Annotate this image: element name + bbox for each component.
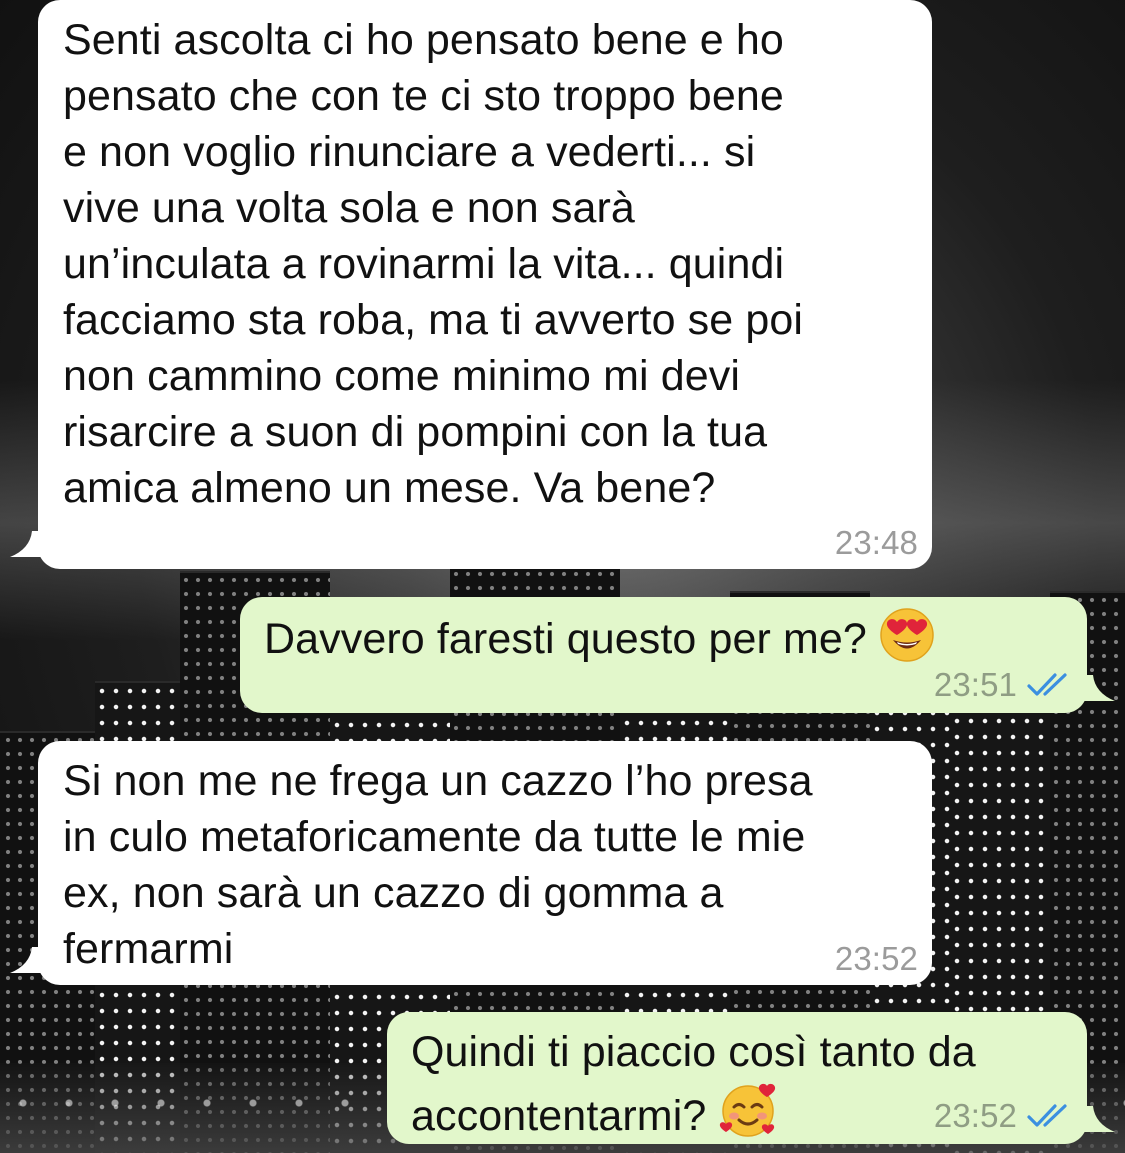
read-ticks-icon	[1027, 672, 1073, 698]
message-text-content: Quindi ti piaccio così tanto da acconten…	[411, 1028, 976, 1140]
smiling-face-with-hearts-emoji-icon	[718, 1080, 778, 1140]
message-text: Davvero faresti questo per me?	[264, 607, 1067, 667]
message-meta: 23:52	[934, 1096, 1073, 1136]
message-text: Si non me ne frega un cazzo l’ho presa i…	[63, 757, 813, 973]
read-ticks-icon	[1027, 1103, 1073, 1129]
message-meta: 23:51	[934, 665, 1073, 705]
bubble-tail	[1081, 675, 1115, 701]
message-time: 23:48	[834, 524, 918, 561]
message-meta: 23:48	[835, 523, 918, 563]
heart-eyes-emoji-icon	[879, 607, 935, 663]
incoming-message-bubble[interactable]: Si non me ne frega un cazzo l’ho presa i…	[10, 741, 932, 985]
message-time: 23:51	[933, 666, 1017, 703]
bubble-tail	[1081, 1106, 1115, 1132]
message-text-content: Davvero faresti questo per me?	[264, 615, 879, 663]
bubble-tail	[10, 531, 44, 557]
incoming-message-bubble[interactable]: Senti ascolta ci ho pensato bene e ho pe…	[10, 0, 932, 569]
outgoing-message-bubble[interactable]: Davvero faresti questo per me? 23:51	[240, 597, 1115, 713]
message-meta: 23:52	[835, 939, 918, 979]
outgoing-message-bubble[interactable]: Quindi ti piaccio così tanto da acconten…	[387, 1012, 1115, 1144]
message-text: Senti ascolta ci ho pensato bene e ho pe…	[63, 16, 804, 512]
bubble-tail	[10, 947, 44, 973]
message-time: 23:52	[933, 1097, 1017, 1134]
message-time: 23:52	[834, 940, 918, 977]
